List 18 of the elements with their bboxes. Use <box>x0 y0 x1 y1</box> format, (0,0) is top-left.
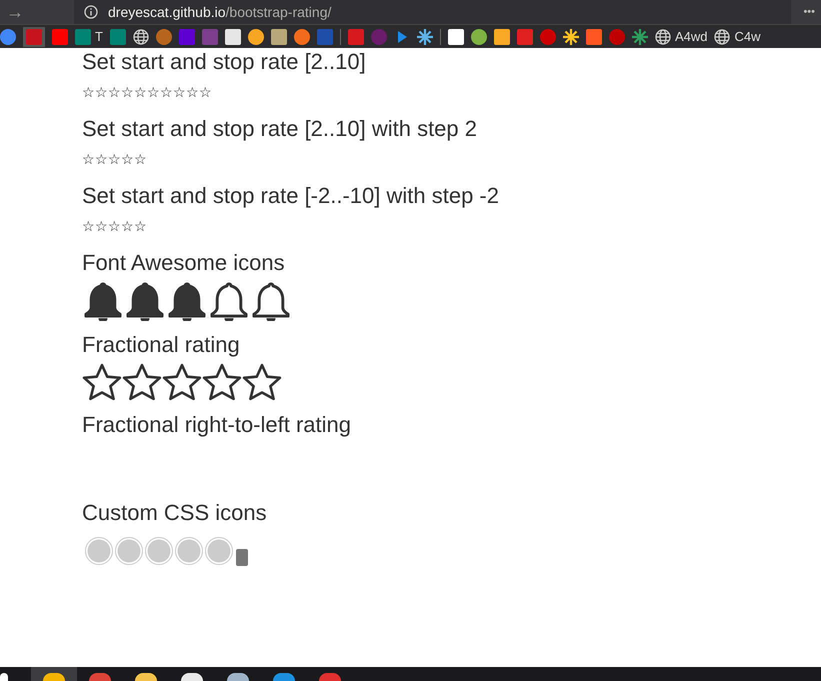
forward-button[interactable]: → <box>0 0 30 26</box>
bookmark-label[interactable]: A4wd <box>674 26 708 46</box>
star-rating[interactable]: ☆☆☆☆☆ <box>82 216 821 236</box>
star-rating[interactable]: ☆☆☆☆☆☆☆☆☆☆ <box>82 82 821 102</box>
section-heading: Set start and stop rate [2..10] <box>82 48 367 76</box>
section-heading: Set start and stop rate [2..10] with step 2 <box>82 115 478 143</box>
section-heading: Custom CSS icons <box>82 499 268 527</box>
menu-button[interactable]: ••• <box>791 4 821 20</box>
star-rating[interactable]: ☆☆☆☆☆ <box>82 149 821 169</box>
section-heading: Fractional rating <box>82 331 241 359</box>
url-path: /bootstrap-rating/ <box>226 2 332 22</box>
url-host: dreyescat.github.io <box>108 2 226 22</box>
section-heading: Fractional right-to-left rating <box>82 411 352 439</box>
address-bar[interactable]: dreyescat.github.io/bootstrap-rating/ <box>74 0 792 24</box>
bookmark-label[interactable]: C4w <box>734 26 760 46</box>
section-heading: Font Awesome icons <box>82 249 286 277</box>
bookmark-label[interactable]: T <box>95 26 103 46</box>
section-heading: Set start and stop rate [-2..-10] with step -2 <box>82 182 500 210</box>
